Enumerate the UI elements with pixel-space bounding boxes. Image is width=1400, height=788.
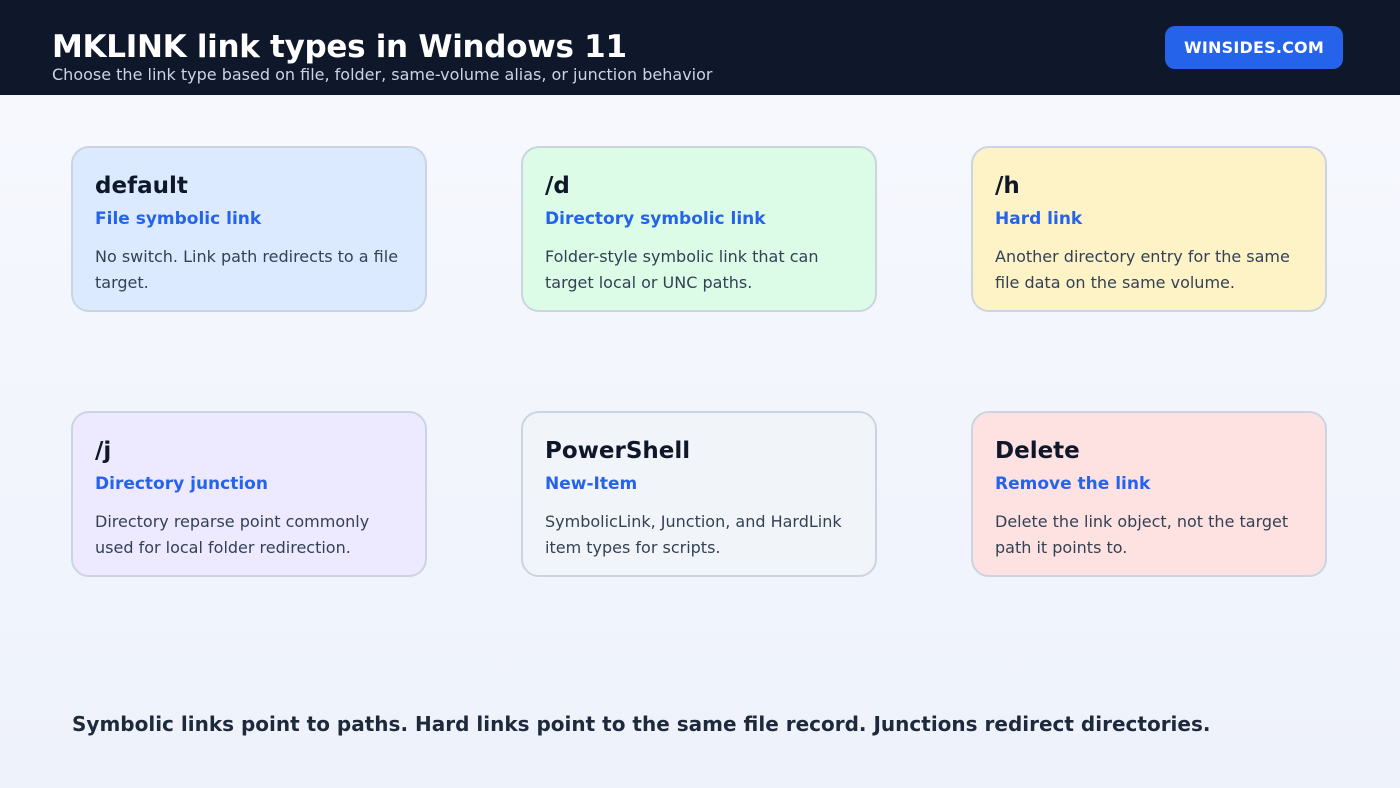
card-subtitle: File symbolic link: [95, 209, 262, 229]
footer-note: Symbolic links point to paths. Hard link…: [72, 712, 1211, 736]
card-description: SymbolicLink, Junction, and HardLink ite…: [545, 512, 842, 557]
card-description: Another directory entry for the same fil…: [995, 247, 1290, 292]
brand-link[interactable]: WINSIDES.COM: [1165, 26, 1343, 69]
card-subtitle: Hard link: [995, 209, 1083, 229]
card-title: default: [95, 173, 188, 199]
card-description: Folder-style symbolic link that can targ…: [545, 247, 819, 292]
card-hard-link: /h Hard link Another directory entry for…: [971, 146, 1327, 312]
card-subtitle: New-Item: [545, 474, 638, 494]
card-title: Delete: [995, 438, 1080, 464]
page-title: MKLINK link types in Windows 11: [52, 29, 627, 65]
card-title: /d: [545, 173, 570, 199]
card-delete: Delete Remove the link Delete the link o…: [971, 411, 1327, 577]
card-title: PowerShell: [545, 438, 691, 464]
card-powershell: PowerShell New-Item SymbolicLink, Juncti…: [521, 411, 877, 577]
card-title: /h: [995, 173, 1020, 199]
header-bar: MKLINK link types in Windows 11 Choose t…: [0, 0, 1400, 95]
card-default: default File symbolic link No switch. Li…: [71, 146, 427, 312]
page-subtitle: Choose the link type based on file, fold…: [52, 65, 713, 84]
card-junction: /j Directory junction Directory reparse …: [71, 411, 427, 577]
card-subtitle: Directory symbolic link: [545, 209, 766, 229]
card-description: Delete the link object, not the target p…: [995, 512, 1289, 557]
card-directory-symlink: /d Directory symbolic link Folder-style …: [521, 146, 877, 312]
card-description: No switch. Link path redirects to a file…: [95, 247, 399, 292]
card-subtitle: Directory junction: [95, 474, 268, 494]
card-title: /j: [95, 438, 112, 464]
card-description: Directory reparse point commonly used fo…: [95, 512, 370, 557]
card-subtitle: Remove the link: [995, 474, 1151, 494]
